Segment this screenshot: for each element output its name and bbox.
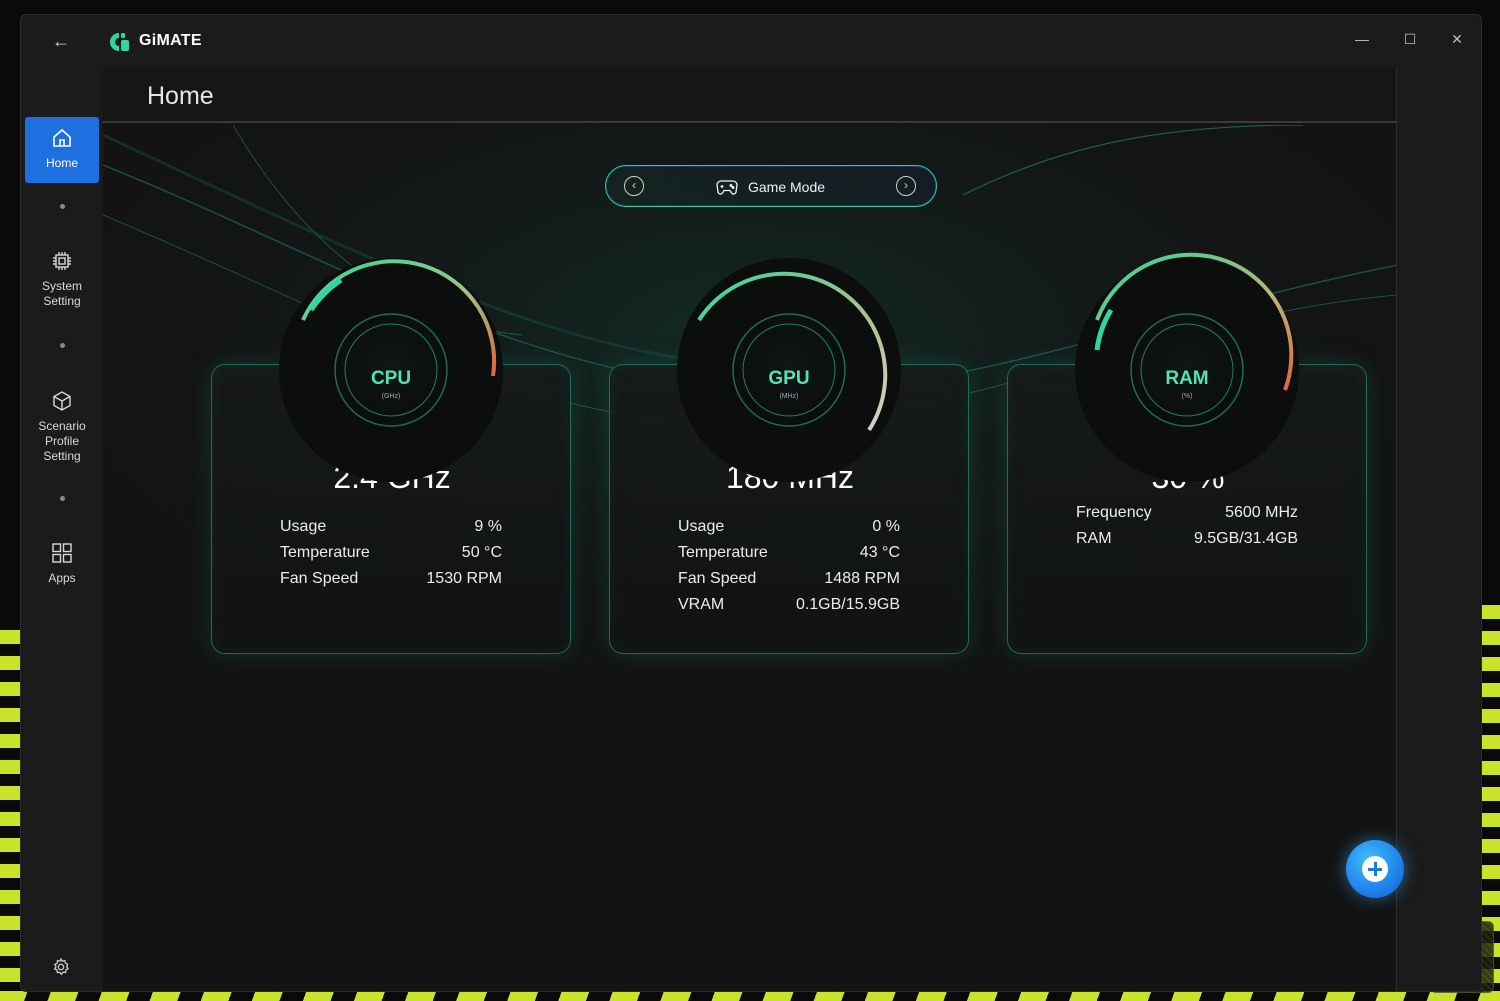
apps-grid-icon: [52, 543, 72, 563]
stat-value: 1488 RPM: [824, 570, 900, 587]
stat-label: VRAM: [678, 596, 725, 613]
stat-row: Fan Speed 1530 RPM: [280, 570, 502, 592]
ram-gauge-unit: (%): [1181, 393, 1193, 400]
gimate-logo-icon: [110, 33, 129, 51]
gpu-gauge-unit: (MHz): [779, 393, 799, 400]
sidebar-item-label: Scenario Profile Setting: [38, 419, 86, 463]
chevron-left-icon[interactable]: ‹: [624, 176, 644, 196]
add-floating-button[interactable]: [1346, 840, 1404, 898]
wallpaper-stripes-left: [0, 630, 20, 1001]
stat-row: Frequency 5600 MHz: [1076, 504, 1298, 526]
page-title: Home: [147, 82, 214, 110]
sidebar-item-label: System Setting: [41, 279, 82, 308]
stat-row: VRAM 0.1GB/15.9GB: [678, 596, 900, 618]
stat-row: Temperature 43 °C: [678, 544, 900, 566]
gpu-gauge-title: GPU: [768, 368, 810, 389]
stat-value: 9 %: [474, 518, 502, 535]
sidebar-divider-dot: [60, 496, 65, 501]
app-window: ← GiMATE — ☐ ✕ Home System Setting Scena…: [20, 14, 1482, 992]
stat-label: Temperature: [678, 544, 768, 561]
stat-label: Frequency: [1076, 504, 1152, 521]
stat-row: Usage 0 %: [678, 518, 900, 540]
app-title: GiMATE: [139, 32, 202, 49]
plus-icon: [1362, 856, 1388, 882]
stat-value: 5600 MHz: [1225, 504, 1298, 521]
home-icon: [53, 128, 71, 147]
sidebar-item-apps[interactable]: Apps: [25, 541, 99, 597]
sidebar-item-label: Home: [45, 156, 78, 170]
stat-value: 9.5GB/31.4GB: [1193, 530, 1298, 547]
close-button[interactable]: ✕: [1439, 23, 1475, 55]
stat-value: 50 °C: [461, 544, 502, 561]
sidebar-item-label: Apps: [48, 571, 76, 585]
chevron-right-icon[interactable]: ›: [896, 176, 916, 196]
chip-icon: [53, 252, 71, 270]
back-arrow-icon[interactable]: ←: [49, 29, 73, 53]
cube-icon: [53, 391, 71, 411]
gear-icon[interactable]: [51, 957, 71, 977]
stat-row: Temperature 50 °C: [280, 544, 502, 566]
cpu-gauge-title: CPU: [370, 368, 412, 389]
stat-label: Usage: [280, 518, 327, 535]
page-header: Home: [103, 67, 1396, 123]
minimize-button[interactable]: —: [1344, 23, 1380, 55]
sidebar-item-scenario-profile-setting[interactable]: Scenario Profile Setting: [25, 389, 99, 475]
stat-label: Usage: [678, 518, 725, 535]
sidebar-divider-dot: [60, 204, 65, 209]
gamepad-icon: [716, 180, 738, 195]
sidebar-item-home[interactable]: Home: [25, 117, 99, 183]
cpu-gauge-unit: (GHz): [381, 393, 401, 400]
sidebar-divider-dot: [60, 343, 65, 348]
mode-label: Game Mode: [748, 179, 826, 195]
stat-label: RAM: [1076, 530, 1112, 547]
sidebar-item-system-setting[interactable]: System Setting: [25, 249, 99, 319]
stat-value: 0 %: [872, 518, 900, 535]
stat-value: 0.1GB/15.9GB: [795, 596, 900, 613]
sidebar: Home System Setting Scenario Profile Set…: [21, 67, 103, 991]
stat-label: Fan Speed: [280, 570, 359, 587]
title-bar: ← GiMATE — ☐ ✕: [21, 15, 1481, 67]
mode-selector: ‹ Game Mode ›: [605, 165, 937, 207]
ram-gauge-title: RAM: [1165, 368, 1209, 389]
maximize-button[interactable]: ☐: [1392, 23, 1428, 55]
main-content: Home ‹ Game Mode › Usage 9 % Temperature…: [103, 67, 1397, 991]
stat-value: 43 °C: [859, 544, 900, 561]
wallpaper-stripes-bottom: [0, 991, 1500, 1001]
stat-label: Temperature: [280, 544, 370, 561]
stat-value: 1530 RPM: [426, 570, 502, 587]
stat-label: Fan Speed: [678, 570, 757, 587]
stat-row: Fan Speed 1488 RPM: [678, 570, 900, 592]
stat-row: Usage 9 %: [280, 518, 502, 540]
stat-row: RAM 9.5GB/31.4GB: [1076, 530, 1298, 552]
